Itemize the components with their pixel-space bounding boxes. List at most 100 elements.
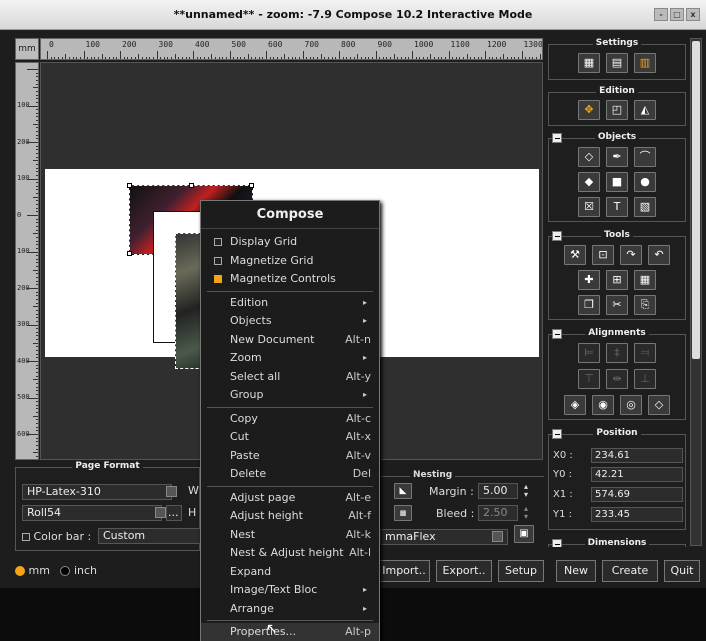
margin-stepper-icon[interactable]: ▴ ▾ — [524, 483, 528, 499]
quit-button[interactable]: Quit — [664, 560, 700, 582]
align-left-icon[interactable]: ⊨ — [578, 343, 600, 363]
x0-field[interactable]: 234.61 — [591, 448, 683, 463]
menu-item-magnetize-grid[interactable]: Magnetize Grid — [201, 252, 379, 271]
chevron-down-icon[interactable] — [492, 531, 503, 542]
inch-radio[interactable] — [60, 566, 71, 576]
diamond-icon[interactable]: ◆ — [578, 172, 600, 192]
minimize-button[interactable]: - — [654, 8, 668, 21]
menu-item-select-all[interactable]: Select all Alt-y — [201, 368, 379, 387]
menu-item-paste[interactable]: Paste Alt-v — [201, 447, 379, 466]
grid-icon[interactable]: ▦ — [578, 53, 600, 73]
color-bar-select[interactable]: Custom — [98, 528, 203, 544]
menu-item-adjust-page[interactable]: Adjust page Alt-e — [201, 489, 379, 508]
ruler-minor-tick — [532, 57, 534, 59]
bleed-stepper-icon[interactable]: ▴ ▾ — [524, 505, 528, 521]
magnet-grid-icon[interactable]: ▥ — [634, 53, 656, 73]
vertical-scrollbar[interactable] — [690, 38, 702, 546]
align-center-icon[interactable]: ‡ — [606, 343, 628, 363]
rectangle-icon[interactable]: ■ — [606, 172, 628, 192]
nest-box-icon[interactable]: ▩ — [394, 505, 412, 521]
menu-item-group[interactable]: Group ▸ — [201, 386, 379, 405]
menu-item-expand[interactable]: Expand — [201, 563, 379, 582]
profile-settings-icon[interactable]: ▣ — [514, 525, 534, 543]
shape-icon[interactable]: ◇ — [578, 147, 600, 167]
tile-icon[interactable]: ▦ — [634, 270, 656, 290]
y0-field[interactable]: 42.21 — [591, 467, 683, 482]
redo-icon[interactable]: ↷ — [620, 245, 642, 265]
menu-item-zoom[interactable]: Zoom ▸ — [201, 349, 379, 368]
scrollbar-thumb[interactable] — [692, 41, 700, 359]
gradient-icon[interactable]: ▧ — [634, 197, 656, 217]
menu-item-objects[interactable]: Objects ▸ — [201, 312, 379, 331]
submenu-arrow-icon: ▸ — [362, 316, 367, 325]
magnetize-grid-checkbox[interactable] — [214, 256, 222, 265]
nest-icon[interactable]: ◣ — [394, 483, 412, 499]
selection-handle[interactable] — [127, 251, 132, 256]
selection-handle[interactable] — [127, 183, 132, 188]
menu-item-magnetize-controls[interactable]: Magnetize Controls — [201, 270, 379, 289]
fit-icon[interactable]: ⊞ — [606, 270, 628, 290]
create-button[interactable]: Create — [602, 560, 658, 582]
wrench-icon[interactable]: ⚒ — [564, 245, 586, 265]
page-settings-icon[interactable]: ▤ — [606, 53, 628, 73]
layer-front-icon[interactable]: ◈ — [564, 395, 586, 415]
layer-back-icon[interactable]: ◇ — [648, 395, 670, 415]
ruler-label: 0 — [49, 40, 54, 49]
menu-item-nest[interactable]: Nest Alt-k — [201, 526, 379, 545]
setup-button[interactable]: Setup — [498, 560, 544, 582]
align-bottom-icon[interactable]: ⊥ — [634, 369, 656, 389]
align-right-icon[interactable]: ⫤ — [634, 343, 656, 363]
bleed-input[interactable]: 2.50 — [478, 505, 518, 521]
copy-icon[interactable]: ❐ — [578, 295, 600, 315]
x1-field[interactable]: 574.69 — [591, 487, 683, 502]
layer-down-icon[interactable]: ◎ — [620, 395, 642, 415]
media-select[interactable]: Roll54 — [22, 505, 162, 521]
scissors-icon[interactable]: ✂ — [606, 295, 628, 315]
circle-icon[interactable]: ● — [634, 172, 656, 192]
menu-item-arrange[interactable]: Arrange ▸ — [201, 600, 379, 619]
selection-handle[interactable] — [249, 183, 254, 188]
menu-item-display-grid[interactable]: Display Grid — [201, 233, 379, 252]
profile-select[interactable]: mmaFlex — [380, 529, 508, 545]
menu-item-properties[interactable]: Properties... Alt-p — [201, 623, 379, 641]
rotate-icon[interactable]: ◭ — [634, 100, 656, 120]
curve-icon[interactable]: ⌒ — [634, 147, 656, 167]
menu-item-copy[interactable]: Copy Alt-c — [201, 410, 379, 429]
menu-item-edition[interactable]: Edition ▸ — [201, 294, 379, 313]
puzzle-icon[interactable]: ✚ — [578, 270, 600, 290]
close-button[interactable]: x — [686, 8, 700, 21]
y1-field[interactable]: 233.45 — [591, 507, 683, 522]
crop-icon[interactable]: ⊡ — [592, 245, 614, 265]
color-bar-checkbox[interactable] — [22, 533, 30, 541]
menu-item-cut[interactable]: Cut Alt-x — [201, 428, 379, 447]
menu-item-image-text-bloc[interactable]: Image/Text Bloc ▸ — [201, 581, 379, 600]
resize-icon[interactable]: ◰ — [606, 100, 628, 120]
import-button[interactable]: Import.. — [378, 560, 430, 582]
menu-item-delete[interactable]: Delete Del — [201, 465, 379, 484]
export-button[interactable]: Export.. — [436, 560, 492, 582]
align-middle-icon[interactable]: ⇹ — [606, 369, 628, 389]
magnetize-controls-checkbox[interactable] — [214, 275, 222, 283]
menu-item-adjust-height[interactable]: Adjust height Alt-f — [201, 507, 379, 526]
chevron-down-icon[interactable] — [155, 507, 166, 518]
display-grid-checkbox[interactable] — [214, 238, 222, 246]
align-top-icon[interactable]: ⊤ — [578, 369, 600, 389]
printer-select[interactable]: HP-Latex-310 — [22, 484, 172, 500]
select-move-icon[interactable]: ✥ — [578, 100, 600, 120]
new-button[interactable]: New — [556, 560, 596, 582]
image-box-icon[interactable]: ☒ — [578, 197, 600, 217]
pen-icon[interactable]: ✒ — [606, 147, 628, 167]
chevron-down-icon[interactable] — [166, 486, 177, 497]
mm-radio[interactable] — [15, 566, 25, 576]
margin-input[interactable]: 5.00 — [478, 483, 518, 499]
paste-icon[interactable]: ⎘ — [634, 295, 656, 315]
media-browse-button[interactable]: ... — [166, 505, 182, 521]
ruler-tick — [36, 211, 38, 213]
undo-icon[interactable]: ↶ — [648, 245, 670, 265]
layer-up-icon[interactable]: ◉ — [592, 395, 614, 415]
text-icon[interactable]: T — [606, 197, 628, 217]
maximize-button[interactable]: □ — [670, 8, 684, 21]
selection-handle[interactable] — [189, 183, 194, 188]
menu-item-new-document[interactable]: New Document Alt-n — [201, 331, 379, 350]
menu-item-nest-adjust-height[interactable]: Nest & Adjust height Alt-l — [201, 544, 379, 563]
